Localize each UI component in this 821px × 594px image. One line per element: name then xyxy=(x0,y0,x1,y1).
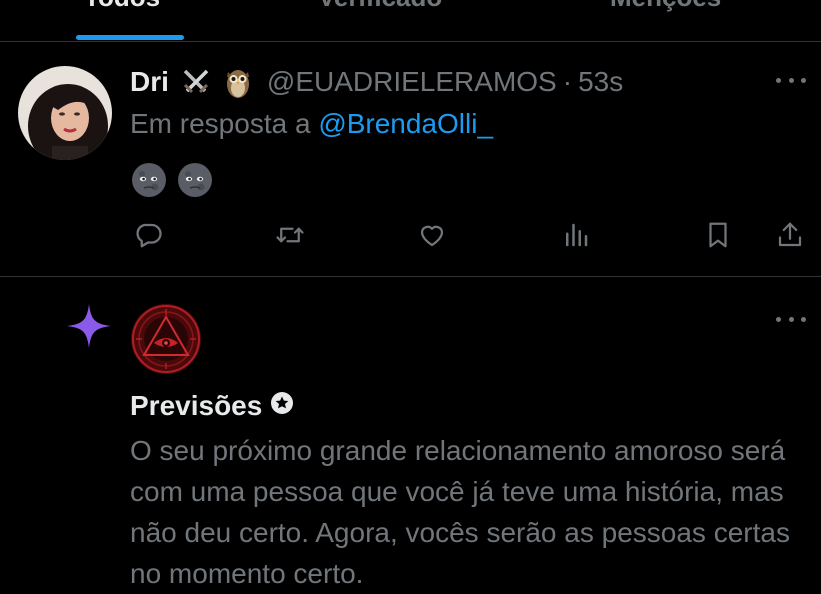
star-badge-icon xyxy=(270,390,294,422)
card-title: Previsões xyxy=(130,390,294,422)
divider xyxy=(0,276,821,277)
illuminati-seal-icon[interactable] xyxy=(130,303,202,375)
tweet-header: Dri @EUADRIELERAMOS · 53s xyxy=(130,62,623,102)
sparkle-icon xyxy=(65,302,113,355)
share-icon xyxy=(778,222,802,247)
timeline-tabs: Todos Verificado Menções xyxy=(0,0,821,41)
more-options-icon[interactable] xyxy=(776,314,806,324)
new-moon-face-icon xyxy=(130,161,168,204)
divider xyxy=(0,41,821,42)
bookmark-button[interactable] xyxy=(701,218,735,252)
tab-todos[interactable]: Todos xyxy=(84,0,160,13)
more-options-icon[interactable] xyxy=(776,75,806,85)
bookmark-icon xyxy=(709,222,727,248)
user-handle[interactable]: @EUADRIELERAMOS xyxy=(267,66,557,98)
reply-prefix: Em resposta a xyxy=(130,108,311,139)
tab-mencoes[interactable]: Menções xyxy=(610,0,721,13)
like-button[interactable] xyxy=(415,218,449,252)
avatar[interactable] xyxy=(18,66,112,160)
retweet-icon xyxy=(276,227,304,243)
owl-icon xyxy=(223,64,253,100)
card-name[interactable]: Previsões xyxy=(130,390,262,422)
retweet-button[interactable] xyxy=(273,218,307,252)
tab-verificado[interactable]: Verificado xyxy=(318,0,442,13)
reply-button[interactable] xyxy=(131,218,165,252)
reply-icon xyxy=(136,223,162,248)
new-moon-face-icon xyxy=(176,161,214,204)
share-button[interactable] xyxy=(773,218,807,252)
timestamp[interactable]: 53s xyxy=(578,66,623,98)
tweet-body xyxy=(130,161,214,204)
views-button[interactable] xyxy=(559,218,593,252)
heart-icon xyxy=(420,225,444,247)
crossed-swords-icon xyxy=(179,65,213,99)
views-icon xyxy=(566,223,588,247)
card-text: O seu próximo grande relacionamento amor… xyxy=(130,435,790,589)
reply-mention-link[interactable]: @BrendaOlli_ xyxy=(318,108,493,139)
display-name[interactable]: Dri xyxy=(130,66,169,98)
separator-dot: · xyxy=(562,66,573,97)
active-tab-indicator xyxy=(76,35,184,40)
reply-context: Em resposta a @BrendaOlli_ xyxy=(130,108,493,140)
